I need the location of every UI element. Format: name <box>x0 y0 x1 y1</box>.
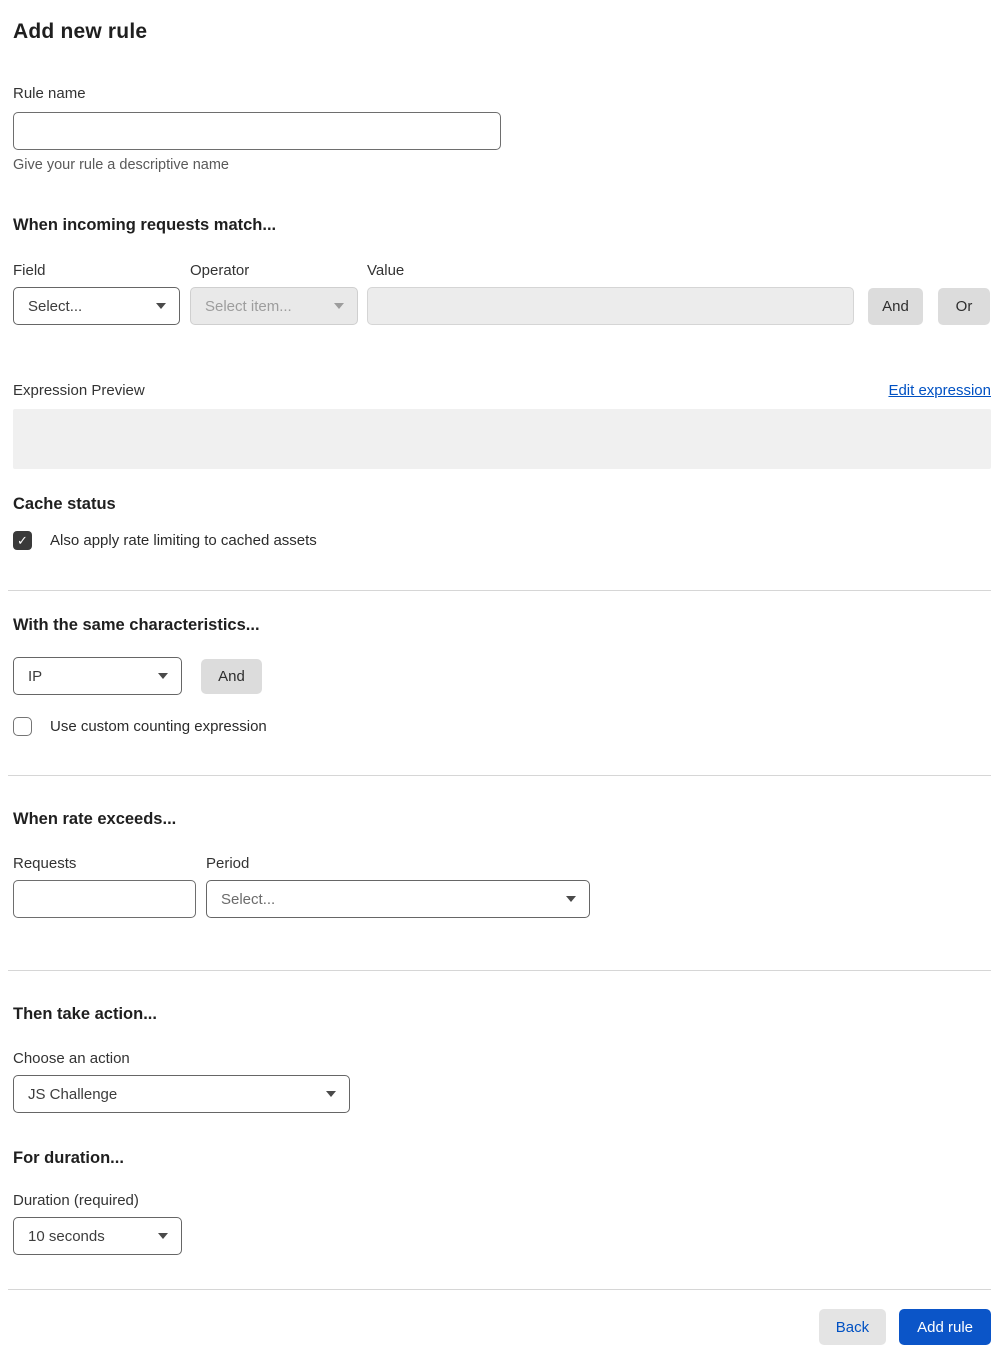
rule-name-label: Rule name <box>13 85 86 102</box>
operator-select-value: Select item... <box>205 297 292 315</box>
expression-preview-header: Expression Preview Edit expression <box>13 382 991 399</box>
chevron-down-icon <box>326 1091 336 1097</box>
and-button[interactable]: And <box>868 287 923 325</box>
page-title: Add new rule <box>13 20 148 43</box>
action-select[interactable]: JS Challenge <box>13 1075 350 1113</box>
cached-assets-checkbox-label: Also apply rate limiting to cached asset… <box>50 532 317 549</box>
custom-counting-checkbox-label: Use custom counting expression <box>50 718 267 735</box>
cache-checkbox-row: ✓ Also apply rate limiting to cached ass… <box>13 531 991 550</box>
requests-label: Requests <box>13 855 77 872</box>
checkmark-icon: ✓ <box>17 533 28 548</box>
characteristics-and-button[interactable]: And <box>201 658 262 694</box>
rate-labels-row: Requests Period <box>13 855 991 872</box>
choose-action-label: Choose an action <box>13 1050 130 1067</box>
period-select-value: Select... <box>221 890 276 908</box>
characteristic-select[interactable]: IP <box>13 657 182 695</box>
match-labels-row: Field Operator Value <box>13 262 991 279</box>
rate-inputs-row: Select... <box>13 880 991 918</box>
custom-counting-checkbox[interactable] <box>13 717 32 736</box>
divider <box>8 590 991 591</box>
action-heading: Then take action... <box>13 1005 157 1023</box>
period-label: Period <box>206 855 250 872</box>
divider <box>8 775 991 776</box>
requests-input[interactable] <box>13 880 196 918</box>
value-label: Value <box>367 262 405 279</box>
rule-name-group: Rule name Give your rule a descriptive n… <box>13 85 991 173</box>
chevron-down-icon <box>156 303 166 309</box>
operator-select: Select item... <box>190 287 358 325</box>
characteristics-row: IP And <box>13 657 991 695</box>
characteristics-heading: With the same characteristics... <box>13 616 260 634</box>
match-section-heading: When incoming requests match... <box>13 216 277 234</box>
field-select-value: Select... <box>28 297 83 315</box>
operator-label: Operator <box>190 262 250 279</box>
field-label: Field <box>13 262 46 279</box>
duration-label: Duration (required) <box>13 1192 139 1209</box>
match-expression-row: Select... Select item... And Or <box>13 287 991 325</box>
chevron-down-icon <box>334 303 344 309</box>
divider <box>8 970 991 971</box>
rule-name-input[interactable] <box>13 112 501 150</box>
field-select[interactable]: Select... <box>13 287 180 325</box>
rule-name-help: Give your rule a descriptive name <box>13 157 229 173</box>
duration-select[interactable]: 10 seconds <box>13 1217 182 1255</box>
action-select-value: JS Challenge <box>28 1085 118 1103</box>
chevron-down-icon <box>158 673 168 679</box>
chevron-down-icon <box>158 1233 168 1239</box>
edit-expression-link[interactable]: Edit expression <box>888 382 991 399</box>
period-select[interactable]: Select... <box>206 880 590 918</box>
cached-assets-checkbox[interactable]: ✓ <box>13 531 32 550</box>
cache-status-heading: Cache status <box>13 495 116 513</box>
expression-preview-box <box>13 409 991 469</box>
duration-select-value: 10 seconds <box>28 1227 105 1245</box>
chevron-down-icon <box>566 896 576 902</box>
expression-preview-label: Expression Preview <box>13 382 145 399</box>
value-input <box>367 287 854 325</box>
duration-heading: For duration... <box>13 1149 124 1167</box>
divider <box>8 1289 991 1290</box>
or-button[interactable]: Or <box>938 287 990 325</box>
characteristic-select-value: IP <box>28 667 43 685</box>
counting-expression-row: Use custom counting expression <box>13 717 991 736</box>
rate-heading: When rate exceeds... <box>13 810 177 828</box>
add-rule-form: Add new rule Rule name Give your rule a … <box>0 0 1002 1359</box>
